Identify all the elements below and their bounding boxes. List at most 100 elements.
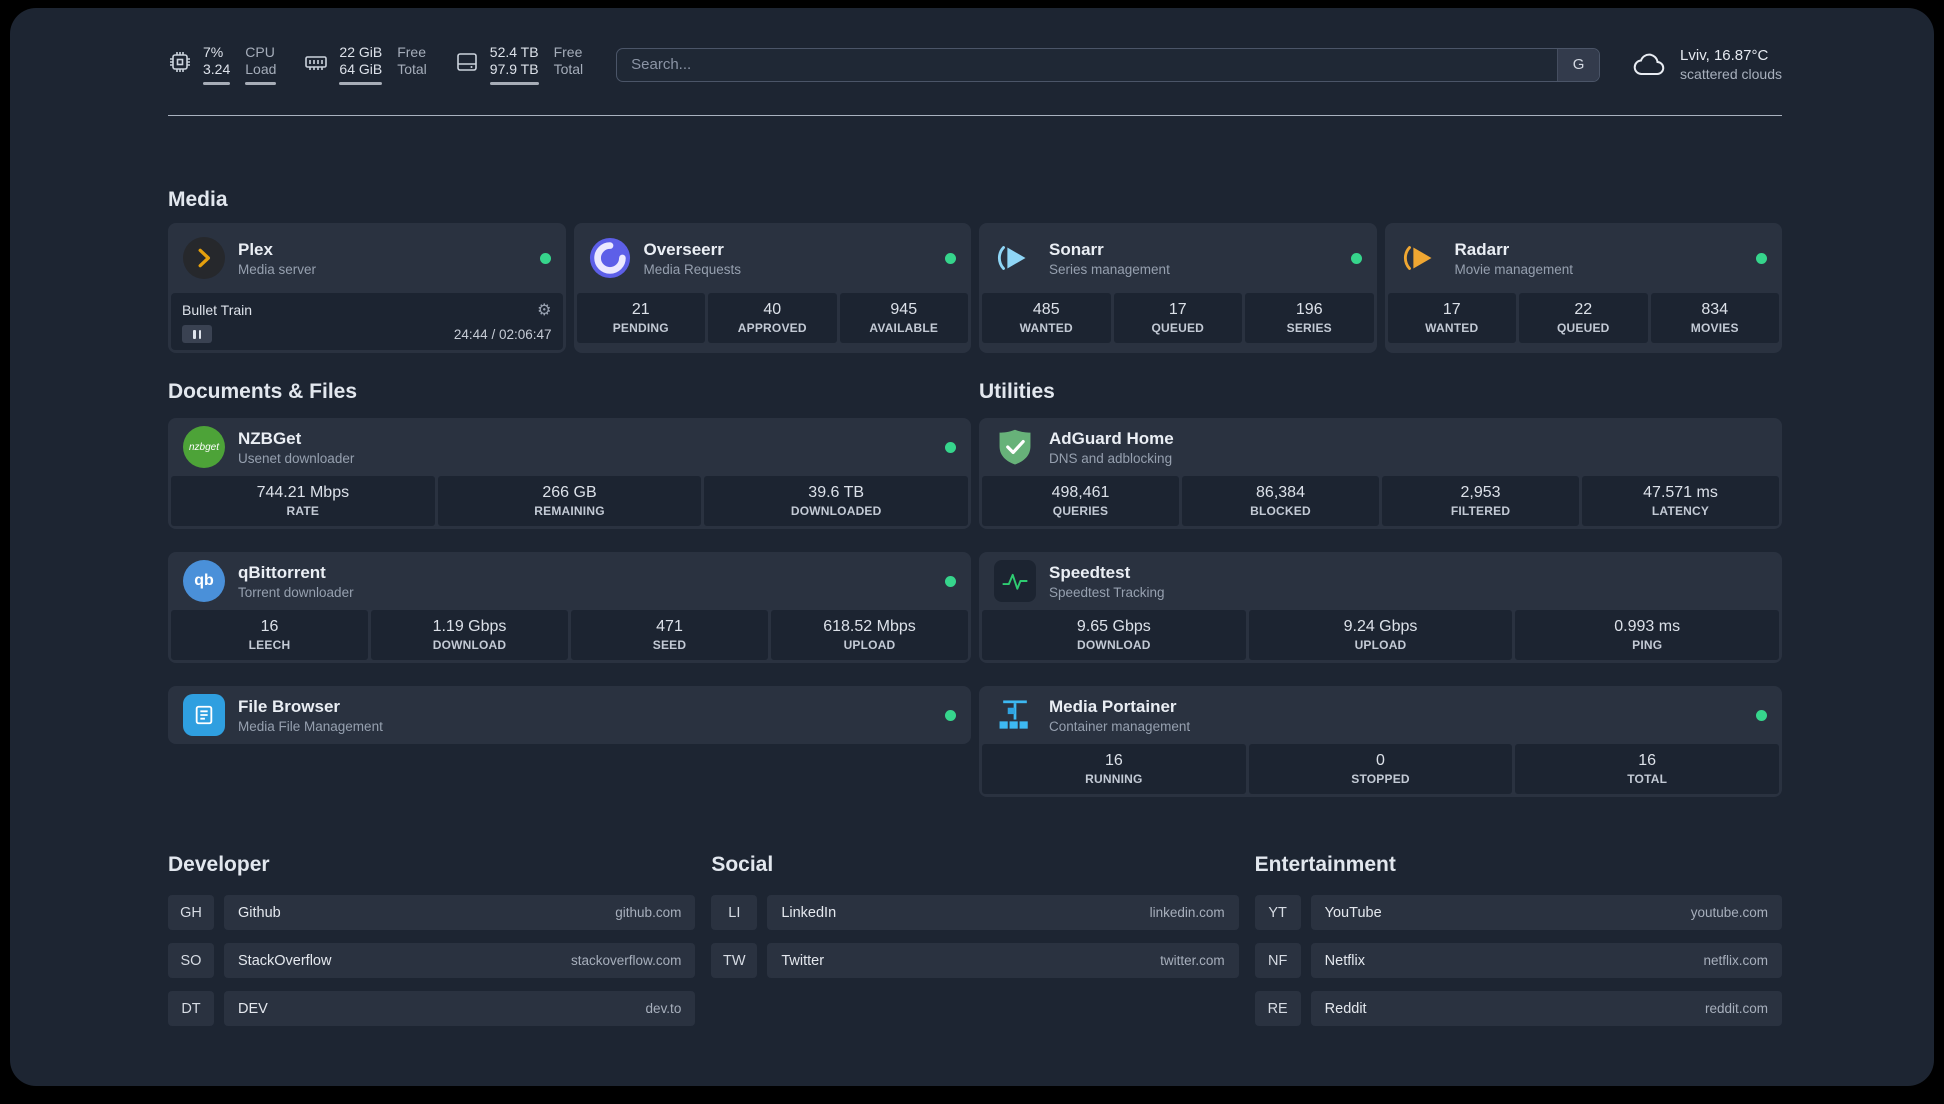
service-subtitle: Container management bbox=[1049, 718, 1191, 734]
bookmark-twitter[interactable]: TW Twitter twitter.com bbox=[711, 943, 1239, 978]
service-card-radarr[interactable]: Radarr Movie management 17 WANTED 22 QUE… bbox=[1384, 223, 1782, 353]
service-name: NZBGet bbox=[238, 428, 302, 448]
cpu-percent: 7% bbox=[203, 44, 224, 60]
overseerr-icon bbox=[589, 237, 631, 279]
bookmark-url: dev.to bbox=[645, 1001, 682, 1016]
service-card-nzbget[interactable]: nzbget NZBGet Usenet downloader 744.21 M… bbox=[168, 418, 971, 529]
bookmark-url: netflix.com bbox=[1703, 953, 1768, 968]
stat-stopped: 0 STOPPED bbox=[1248, 744, 1513, 794]
bookmark-reddit[interactable]: RE Reddit reddit.com bbox=[1254, 991, 1782, 1026]
bookmark-abbr[interactable]: GH bbox=[168, 895, 214, 930]
stat-running: 16 RUNNING bbox=[982, 744, 1246, 794]
section-title-utilities: Utilities bbox=[979, 380, 1055, 403]
status-dot bbox=[1756, 709, 1767, 721]
bookmark-abbr[interactable]: DT bbox=[168, 991, 214, 1026]
gear-icon[interactable]: ⚙ bbox=[537, 300, 551, 320]
status-dot bbox=[945, 252, 956, 264]
bookmark-linkedin[interactable]: LI LinkedIn linkedin.com bbox=[711, 895, 1239, 930]
plex-now-playing: Bullet Train ⚙ 24:44 / 02:06:47 bbox=[171, 293, 563, 350]
service-subtitle: Series management bbox=[1049, 261, 1170, 277]
stat-remaining: 266 GB REMAINING bbox=[437, 476, 702, 526]
disk-total: 97.9 TB bbox=[489, 61, 539, 77]
bookmark-netflix[interactable]: NF Netflix netflix.com bbox=[1254, 943, 1782, 978]
speedtest-icon bbox=[994, 560, 1036, 602]
bookmark-url: stackoverflow.com bbox=[571, 953, 682, 968]
status-dot bbox=[945, 441, 956, 453]
section-title-documents: Documents & Files bbox=[168, 380, 358, 403]
nzbget-icon: nzbget bbox=[183, 426, 225, 468]
bookmark-github[interactable]: GH Github github.com bbox=[168, 895, 696, 930]
cpu-labels: CPU Load bbox=[245, 44, 277, 85]
service-subtitle: Usenet downloader bbox=[238, 450, 355, 466]
status-dot bbox=[945, 709, 956, 721]
radarr-icon bbox=[1400, 237, 1442, 279]
bookmark-abbr[interactable]: YT bbox=[1254, 895, 1301, 930]
service-card-overseerr[interactable]: Overseerr Media Requests 21 PENDING 40 A… bbox=[573, 223, 971, 353]
filebrowser-icon bbox=[183, 694, 225, 736]
bookmark-name: Twitter bbox=[781, 952, 825, 969]
section-title-media: Media bbox=[168, 188, 228, 211]
qbittorrent-icon: qb bbox=[183, 560, 225, 602]
stat-download: 9.65 Gbps DOWNLOAD bbox=[982, 610, 1246, 660]
memory-values: 22 GiB 64 GiB bbox=[339, 44, 383, 85]
weather-condition: scattered clouds bbox=[1680, 65, 1782, 82]
bookmark-abbr[interactable]: RE bbox=[1254, 991, 1301, 1026]
stat-downloaded: 39.6 TB DOWNLOADED bbox=[704, 476, 969, 526]
adguard-icon bbox=[994, 426, 1036, 468]
bookmark-name: StackOverflow bbox=[238, 952, 332, 969]
utilities-column: Utilities AdGuard Home DNS and adblockin… bbox=[979, 380, 1782, 797]
now-playing-title: Bullet Train bbox=[182, 302, 253, 318]
bookmark-group-social: Social LI LinkedIn linkedin.com TW Twitt… bbox=[711, 853, 1239, 1026]
service-card-speedtest[interactable]: Speedtest Speedtest Tracking 9.65 Gbps D… bbox=[979, 552, 1782, 663]
memory-widget: 22 GiB 64 GiB Free Total bbox=[304, 44, 427, 85]
service-card-sonarr[interactable]: Sonarr Series management 485 WANTED 17 Q… bbox=[979, 223, 1377, 353]
service-subtitle: Media server bbox=[238, 261, 317, 277]
bookmark-abbr[interactable]: NF bbox=[1254, 943, 1301, 978]
service-card-qbittorrent[interactable]: qb qBittorrent Torrent downloader 16 LEE… bbox=[168, 552, 971, 663]
section-title-entertainment: Entertainment bbox=[1254, 853, 1396, 876]
stat-queued: 22 QUEUED bbox=[1519, 293, 1648, 343]
bookmark-name: YouTube bbox=[1324, 904, 1382, 921]
bookmark-abbr[interactable]: LI bbox=[711, 895, 758, 930]
section-title-developer: Developer bbox=[168, 853, 270, 876]
bookmark-abbr[interactable]: SO bbox=[168, 943, 214, 978]
bookmark-url: twitter.com bbox=[1160, 953, 1225, 968]
service-subtitle: Movie management bbox=[1454, 261, 1574, 277]
bookmark-url: github.com bbox=[615, 905, 682, 920]
weather-widget: Lviv, 16.87°C scattered clouds bbox=[1633, 46, 1782, 84]
bookmark-abbr[interactable]: TW bbox=[711, 943, 758, 978]
bookmark-youtube[interactable]: YT YouTube youtube.com bbox=[1254, 895, 1782, 930]
topbar: 7% 3.24 CPU Load 22 GiB 64 GiB Free Tota… bbox=[168, 8, 1782, 85]
playback-time: 24:44 / 02:06:47 bbox=[453, 326, 552, 342]
stat-total: 16 TOTAL bbox=[1515, 744, 1780, 794]
bookmark-name: LinkedIn bbox=[781, 904, 837, 921]
bookmark-stackoverflow[interactable]: SO StackOverflow stackoverflow.com bbox=[168, 943, 696, 978]
service-card-portainer[interactable]: Media Portainer Container management 16 … bbox=[979, 686, 1782, 797]
service-card-filebrowser[interactable]: File Browser Media File Management bbox=[168, 686, 971, 744]
stat-wanted: 17 WANTED bbox=[1387, 293, 1516, 343]
bookmark-dev[interactable]: DT DEV dev.to bbox=[168, 991, 696, 1026]
bookmark-group-developer: Developer GH Github github.com SO StackO… bbox=[168, 853, 696, 1026]
stat-filtered: 2,953 FILTERED bbox=[1382, 476, 1579, 526]
search-input[interactable] bbox=[617, 48, 1558, 81]
stat-pending: 21 PENDING bbox=[576, 293, 705, 343]
search-provider-button[interactable]: G bbox=[1557, 48, 1600, 81]
bookmark-name: Reddit bbox=[1324, 1000, 1367, 1017]
service-card-plex[interactable]: Plex Media server Bullet Train ⚙ 24:44 /… bbox=[168, 223, 566, 353]
service-card-adguard[interactable]: AdGuard Home DNS and adblocking 498,461 … bbox=[979, 418, 1782, 529]
bookmark-name: DEV bbox=[238, 1000, 268, 1017]
stat-blocked: 86,384 BLOCKED bbox=[1182, 476, 1379, 526]
stat-latency: 47.571 ms LATENCY bbox=[1582, 476, 1779, 526]
memory-icon bbox=[305, 56, 328, 70]
stat-approved: 40 APPROVED bbox=[708, 293, 837, 343]
portainer-icon bbox=[994, 694, 1036, 736]
search-bar: G bbox=[616, 47, 1601, 82]
stat-ping: 0.993 ms PING bbox=[1515, 610, 1780, 660]
pause-button[interactable] bbox=[182, 325, 212, 343]
stat-seed: 471 SEED bbox=[571, 610, 768, 660]
disk-free: 52.4 TB bbox=[489, 44, 539, 60]
sonarr-icon bbox=[994, 237, 1036, 279]
media-card-grid: Plex Media server Bullet Train ⚙ 24:44 /… bbox=[168, 223, 1782, 353]
service-name: Media Portainer bbox=[1049, 696, 1177, 716]
stat-wanted: 485 WANTED bbox=[982, 293, 1111, 343]
